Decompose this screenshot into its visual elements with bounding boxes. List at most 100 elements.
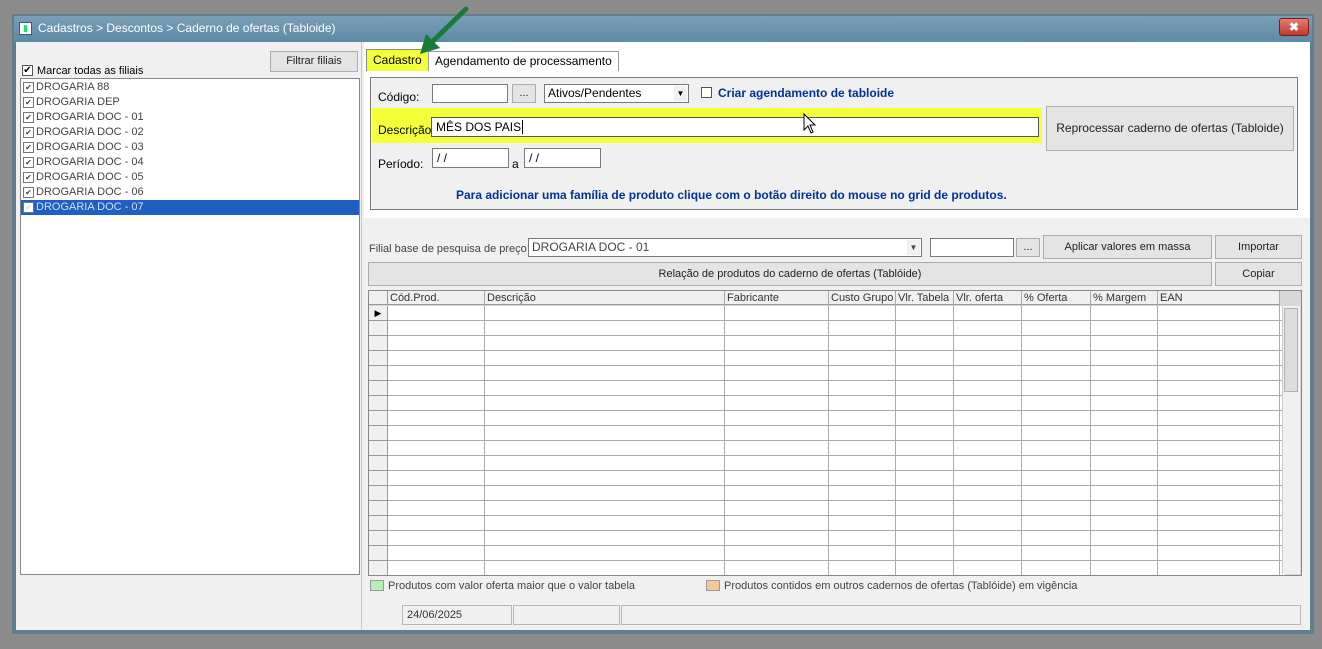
row-indicator[interactable] — [369, 396, 388, 411]
row-indicator[interactable] — [369, 426, 388, 441]
row-indicator[interactable] — [369, 366, 388, 381]
branch-checkbox[interactable]: ✔ — [23, 202, 34, 213]
branch-checkbox[interactable]: ✔ — [23, 127, 34, 138]
branch-item[interactable]: ✔ DROGARIA DOC - 02 — [21, 125, 359, 140]
grid-column-divider — [1090, 291, 1091, 575]
products-grid[interactable]: Cód.Prod. Descrição Fabricante Custo Grupo V… — [368, 290, 1302, 576]
apply-bulk-values-button[interactable]: Aplicar valores em massa — [1043, 235, 1212, 259]
title-bar[interactable]: ▮ Cadastros > Descontos > Caderno de ofe… — [14, 16, 1312, 42]
table-row[interactable] — [369, 321, 1285, 336]
grid-column-divider — [828, 291, 829, 575]
periodo-end-input[interactable]: / / — [524, 148, 601, 168]
table-row[interactable] — [369, 351, 1285, 366]
row-indicator[interactable] — [369, 561, 388, 575]
row-indicator[interactable] — [369, 486, 388, 501]
grid-column-header[interactable]: % Margem — [1091, 291, 1158, 305]
branch-label: DROGARIA DOC - 04 — [36, 156, 144, 168]
bulk-lookup-button[interactable]: ... — [1016, 238, 1040, 257]
table-row[interactable] — [369, 561, 1285, 575]
table-row[interactable] — [369, 471, 1285, 486]
grid-column-header[interactable]: Vlr. Tabela — [896, 291, 954, 305]
table-row[interactable] — [369, 306, 1285, 321]
branch-item[interactable]: ✔ DROGARIA DOC - 01 — [21, 110, 359, 125]
descricao-input[interactable]: MÊS DOS PAIS — [431, 117, 1039, 137]
row-indicator[interactable] — [369, 351, 388, 366]
row-indicator[interactable] — [369, 336, 388, 351]
row-indicator[interactable] — [369, 441, 388, 456]
grid-column-divider — [895, 291, 896, 575]
table-row[interactable] — [369, 426, 1285, 441]
status-date: 24/06/2025 — [402, 605, 512, 625]
table-row[interactable] — [369, 546, 1285, 561]
row-indicator[interactable] — [369, 501, 388, 516]
status-select[interactable]: Ativos/Pendentes ▼ — [544, 84, 689, 103]
schedule-checkbox[interactable] — [701, 87, 712, 98]
periodo-label: Período: — [378, 157, 424, 171]
table-row[interactable] — [369, 531, 1285, 546]
row-indicator[interactable] — [369, 531, 388, 546]
table-row[interactable] — [369, 441, 1285, 456]
row-indicator[interactable] — [369, 546, 388, 561]
green-legend-swatch — [370, 580, 384, 591]
table-row[interactable] — [369, 501, 1285, 516]
chevron-down-icon[interactable]: ▼ — [907, 240, 920, 255]
import-button[interactable]: Importar — [1215, 235, 1302, 259]
grid-scrollbar-thumb[interactable] — [1284, 308, 1298, 392]
base-branch-label: Filial base de pesquisa de preço — [369, 243, 527, 255]
branch-checkbox[interactable]: ✔ — [23, 187, 34, 198]
row-indicator[interactable] — [369, 456, 388, 471]
grid-column-header[interactable]: Custo Grupo — [829, 291, 896, 305]
periodo-start-input[interactable]: / / — [432, 148, 509, 168]
branch-checkbox[interactable]: ✔ — [23, 157, 34, 168]
status-segment-3 — [621, 605, 1301, 625]
copy-button[interactable]: Copiar — [1215, 262, 1302, 286]
chevron-down-icon[interactable]: ▼ — [674, 86, 687, 101]
branch-label: DROGARIA DOC - 03 — [36, 141, 144, 153]
branch-item[interactable]: ✔ DROGARIA DOC - 06 — [21, 185, 359, 200]
close-button[interactable]: ✖ — [1279, 18, 1309, 36]
table-row[interactable] — [369, 336, 1285, 351]
branch-item[interactable]: ✔ DROGARIA DOC - 05 — [21, 170, 359, 185]
branch-checkbox[interactable]: ✔ — [23, 97, 34, 108]
table-row[interactable] — [369, 456, 1285, 471]
branch-item[interactable]: ✔ DROGARIA DEP — [21, 95, 359, 110]
codigo-lookup-button[interactable]: ... — [512, 84, 536, 103]
grid-column-header[interactable]: Descrição — [485, 291, 725, 305]
row-indicator[interactable] — [369, 516, 388, 531]
branch-checkbox[interactable]: ✔ — [23, 82, 34, 93]
table-row[interactable] — [369, 516, 1285, 531]
table-row[interactable] — [369, 366, 1285, 381]
grid-column-header[interactable]: Fabricante — [725, 291, 829, 305]
branch-item[interactable]: ✔ DROGARIA 88 — [21, 80, 359, 95]
branch-item[interactable]: ✔ DROGARIA DOC - 07 — [21, 200, 359, 215]
table-row[interactable] — [369, 411, 1285, 426]
grid-corner-cell — [369, 291, 388, 305]
row-indicator[interactable] — [369, 411, 388, 426]
codigo-label: Código: — [378, 90, 420, 104]
codigo-input[interactable] — [432, 84, 508, 103]
descricao-label: Descrição: — [378, 123, 435, 137]
branch-checkbox[interactable]: ✔ — [23, 172, 34, 183]
branch-checkbox[interactable]: ✔ — [23, 142, 34, 153]
table-row[interactable] — [369, 486, 1285, 501]
branches-list[interactable]: ✔ DROGARIA 88 ✔ DROGARIA DEP ✔ DROGARIA DOC -… — [20, 78, 360, 575]
grid-column-header[interactable]: Cód.Prod. — [388, 291, 485, 305]
table-row[interactable] — [369, 381, 1285, 396]
branch-item[interactable]: ✔ DROGARIA DOC - 04 — [21, 155, 359, 170]
branch-checkbox[interactable]: ✔ — [23, 112, 34, 123]
bulk-value-input[interactable] — [930, 238, 1014, 257]
reprocess-button[interactable]: Reprocessar caderno de ofertas (Tabloide… — [1046, 106, 1294, 151]
filter-branches-button[interactable]: Filtrar filiais — [270, 51, 358, 72]
grid-column-header[interactable]: Vlr. oferta — [954, 291, 1022, 305]
branch-item[interactable]: ✔ DROGARIA DOC - 03 — [21, 140, 359, 155]
base-branch-select[interactable]: DROGARIA DOC - 01 ▼ — [528, 238, 922, 257]
row-indicator[interactable] — [369, 321, 388, 336]
grid-column-header[interactable]: EAN — [1158, 291, 1280, 305]
table-row[interactable] — [369, 396, 1285, 411]
grid-column-header[interactable]: % Oferta — [1022, 291, 1091, 305]
row-indicator[interactable] — [369, 471, 388, 486]
products-relation-button[interactable]: Relação de produtos do caderno de oferta… — [368, 262, 1212, 286]
select-all-checkbox[interactable]: ✔ — [22, 65, 33, 76]
row-indicator[interactable] — [369, 381, 388, 396]
row-indicator[interactable]: ▶ — [369, 306, 388, 321]
